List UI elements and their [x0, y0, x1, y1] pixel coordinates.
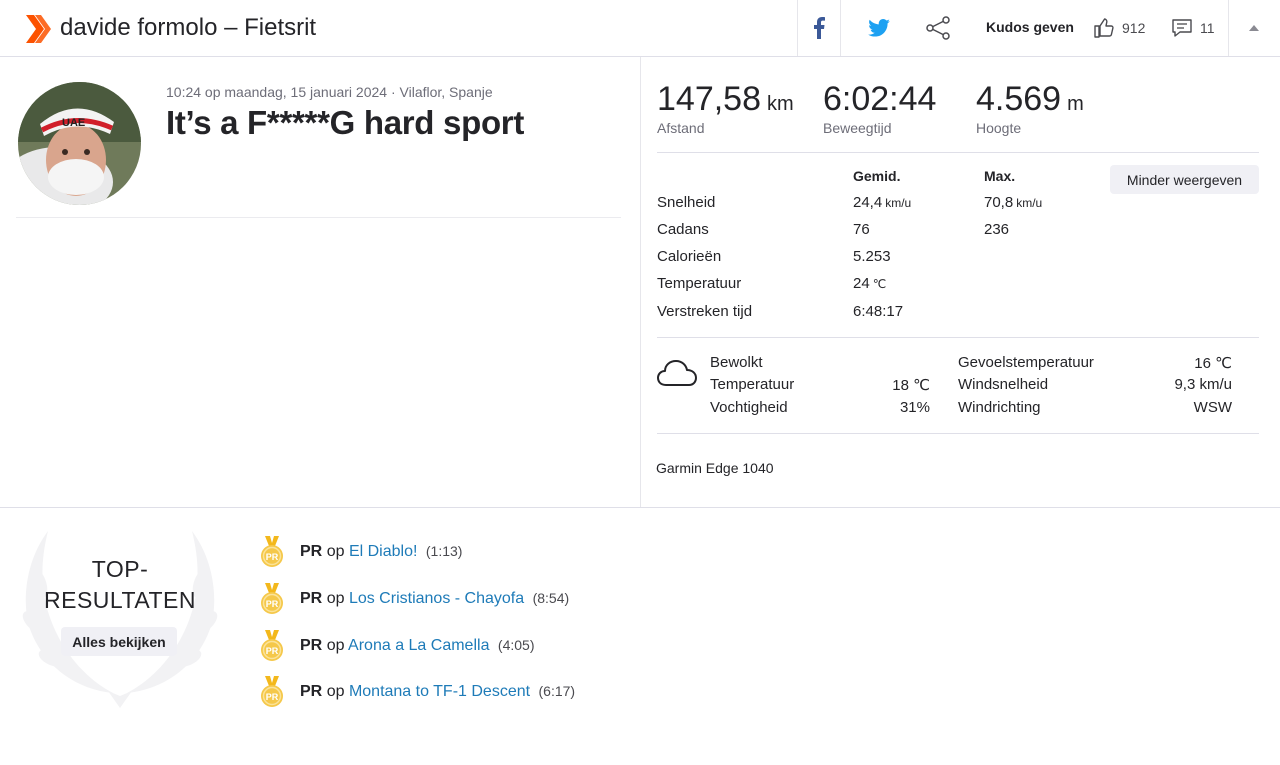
segment-time: (4:05) [497, 637, 535, 653]
detail-label-speed: Snelheid [657, 194, 716, 211]
moving-time-label: Beweegtijd [823, 120, 892, 136]
see-all-button[interactable]: Alles bekijken [61, 627, 177, 656]
weather-wind-speed-label: Windsnelheid [958, 376, 1049, 393]
svg-text:PR: PR [266, 646, 279, 656]
weather-temp-label: Temperatuur [710, 376, 795, 393]
weather-feels-value: 16 ℃ [1194, 355, 1232, 372]
activity-meta: 10:24 op maandag, 15 januari 2024 · Vila… [166, 84, 493, 100]
weather-wind-dir-label: Windrichting [958, 399, 1041, 416]
pr-medal-icon: PR [261, 583, 283, 614]
weather-temp-value: 18 ℃ [892, 377, 930, 394]
distance-unit: km [767, 93, 794, 115]
svg-text:PR: PR [266, 599, 279, 609]
section-divider [0, 507, 1280, 508]
thumbs-up-icon [1094, 18, 1114, 38]
activity-title: It’s a F*****G hard sport [166, 104, 525, 141]
list-item: PR PR op Arona a La Camella (4:05) [260, 630, 535, 662]
chevron-up-icon [1249, 25, 1259, 31]
weather-humidity-value: 31% [899, 399, 930, 416]
strava-logo-icon[interactable] [26, 15, 52, 43]
weather-feels-label: Gevoelstemperatuur [958, 354, 1094, 371]
max-column-header: Max. [984, 168, 1016, 184]
detail-avg-cadence: 76 [853, 221, 870, 238]
facebook-icon [814, 17, 825, 39]
twitter-icon [868, 19, 890, 37]
weather-wind-speed-value: 9,3 km/u [1174, 376, 1232, 393]
page-title: davide formolo – Fietsrit [60, 14, 317, 41]
share-icon [926, 16, 950, 40]
segment-link[interactable]: El Diablo! [349, 543, 417, 560]
elevation-label: Hoogte [976, 120, 1022, 136]
cloud-icon [657, 360, 697, 386]
share-button[interactable] [918, 0, 958, 56]
detail-label-calories: Calorieën [657, 248, 722, 265]
segment-time: (8:54) [532, 590, 570, 606]
detail-max-cadence: 236 [984, 221, 1010, 238]
activity-header: davide formolo – Fietsrit Kudos geven 91… [0, 0, 1280, 57]
pr-medal-icon: PR [261, 676, 283, 707]
detail-avg-speed: 24,4 km/u [853, 194, 912, 211]
comment-icon [1172, 18, 1192, 37]
list-item: PR PR op Montana to TF-1 Descent (6:17) [260, 676, 575, 708]
detail-avg-temperature: 24 ℃ [853, 275, 887, 292]
svg-text:PR: PR [266, 692, 279, 702]
twitter-share-button[interactable] [858, 0, 900, 56]
divider [657, 152, 1259, 153]
segment-time: (1:13) [425, 543, 463, 559]
facebook-share-button[interactable] [798, 0, 840, 56]
detail-elapsed-time: 6:48:17 [853, 303, 904, 320]
detail-label-elapsed-time: Verstreken tijd [657, 303, 753, 320]
pr-medal-icon: PR [261, 630, 283, 661]
pr-medal-icon: PR [261, 536, 283, 567]
comments-button[interactable]: 11 [1172, 0, 1220, 56]
detail-label-temperature: Temperatuur [657, 275, 742, 292]
weather-humidity-label: Vochtigheid [710, 399, 788, 416]
header-divider [840, 0, 841, 56]
svg-text:UAE: UAE [62, 117, 85, 129]
top-results-title: TOP- RESULTATEN [44, 556, 196, 613]
give-kudos-button[interactable]: Kudos geven [986, 19, 1074, 35]
list-item: PR PR op Los Cristianos - Chayofa (8:54) [260, 583, 569, 615]
divider [657, 433, 1259, 434]
distance-value: 147,58 [657, 80, 761, 118]
distance-label: Afstand [657, 120, 705, 136]
list-item: PR PR op El Diablo! (1:13) [260, 536, 462, 568]
divider [16, 217, 621, 218]
kudos-count: 912 [1122, 20, 1146, 36]
comments-count: 11 [1200, 20, 1215, 36]
stat-moving-time: 6:02:44 Beweegtijd [823, 80, 936, 136]
detail-avg-calories: 5.253 [853, 248, 891, 265]
svg-text:PR: PR [266, 552, 279, 562]
segment-link[interactable]: Los Cristianos - Chayofa [349, 590, 524, 607]
stat-distance: 147,58 km Afstand [657, 80, 794, 136]
stat-elevation: 4.569 m Hoogte [976, 80, 1084, 136]
moving-time-value: 6:02:44 [823, 80, 937, 118]
detail-max-speed: 70,8 km/u [984, 194, 1043, 211]
divider [657, 337, 1259, 338]
device-name: Garmin Edge 1040 [656, 460, 774, 476]
segment-time: (6:17) [538, 683, 576, 699]
kudos-count-button[interactable]: 912 [1094, 0, 1160, 56]
weather-wind-dir-value: WSW [1193, 399, 1232, 416]
collapse-button[interactable] [1229, 0, 1279, 56]
show-less-button[interactable]: Minder weergeven [1110, 165, 1259, 194]
elevation-unit: m [1067, 93, 1084, 115]
column-divider [640, 57, 641, 507]
elevation-value: 4.569 [976, 80, 1062, 118]
athlete-avatar[interactable]: UAE [18, 82, 141, 205]
detail-label-cadence: Cadans [657, 221, 709, 238]
weather-condition: Bewolkt [710, 354, 763, 371]
avg-column-header: Gemid. [853, 168, 901, 184]
segment-link[interactable]: Montana to TF-1 Descent [349, 683, 530, 700]
segment-link[interactable]: Arona a La Camella [348, 637, 489, 654]
